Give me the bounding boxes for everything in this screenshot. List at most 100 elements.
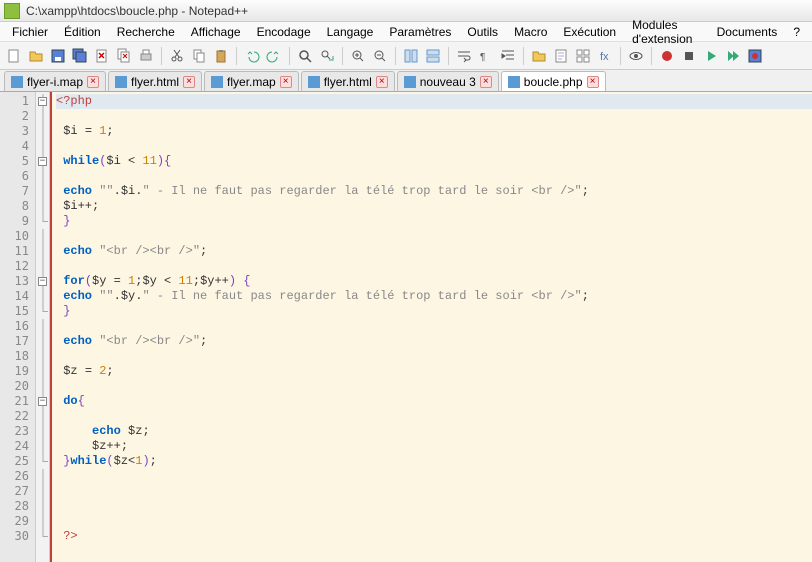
menu-documents[interactable]: Documents — [709, 23, 786, 41]
code-line[interactable]: ?> — [56, 529, 812, 544]
menu-excution[interactable]: Exécution — [555, 23, 624, 41]
menu-affichage[interactable]: Affichage — [183, 23, 249, 41]
func-list-icon[interactable]: fx — [595, 46, 615, 66]
menu-recherche[interactable]: Recherche — [109, 23, 183, 41]
close-icon[interactable]: × — [183, 76, 195, 88]
close-icon[interactable]: × — [587, 76, 599, 88]
code-line[interactable] — [56, 259, 812, 274]
save-all-icon[interactable] — [70, 46, 90, 66]
code-line[interactable]: } — [56, 214, 812, 229]
print-icon[interactable] — [136, 46, 156, 66]
menu-modulesdextension[interactable]: Modules d'extension — [624, 16, 709, 48]
menubar: FichierÉditionRechercheAffichageEncodage… — [0, 22, 812, 42]
menu-[interactable]: ? — [785, 23, 808, 41]
fold-marker — [36, 184, 49, 199]
record-icon[interactable] — [657, 46, 677, 66]
tab-flyer-html[interactable]: flyer.html× — [108, 71, 202, 91]
tab-boucle-php[interactable]: boucle.php× — [501, 71, 606, 91]
fold-marker[interactable]: − — [36, 274, 49, 289]
code-line[interactable] — [56, 484, 812, 499]
close-icon[interactable]: × — [376, 76, 388, 88]
close-icon[interactable]: × — [480, 76, 492, 88]
code-line[interactable]: }while($z<1); — [56, 454, 812, 469]
play-icon[interactable] — [701, 46, 721, 66]
cut-icon[interactable] — [167, 46, 187, 66]
code-line[interactable]: $z++; — [56, 439, 812, 454]
close-icon[interactable]: × — [87, 76, 99, 88]
show-chars-icon[interactable]: ¶ — [476, 46, 496, 66]
close-icon[interactable] — [92, 46, 112, 66]
tab-flyer-map[interactable]: flyer.map× — [204, 71, 299, 91]
fold-marker — [36, 304, 49, 319]
file-icon — [115, 76, 127, 88]
line-number: 5 — [0, 154, 29, 169]
fold-marker[interactable]: − — [36, 154, 49, 169]
folder-icon[interactable] — [529, 46, 549, 66]
sync-v-icon[interactable] — [401, 46, 421, 66]
menu-macro[interactable]: Macro — [506, 23, 555, 41]
open-file-icon[interactable] — [26, 46, 46, 66]
wrap-icon[interactable] — [454, 46, 474, 66]
code-line[interactable] — [56, 349, 812, 364]
code-line[interactable]: $z = 2; — [56, 364, 812, 379]
tab-flyer-html[interactable]: flyer.html× — [301, 71, 395, 91]
tab-flyer-i-map[interactable]: flyer-i.map× — [4, 71, 106, 91]
code-line[interactable]: echo "".$y." - Il ne faut pas regarder l… — [56, 289, 812, 304]
code-line[interactable] — [56, 169, 812, 184]
code-line[interactable]: echo "<br /><br />"; — [56, 244, 812, 259]
replace-icon[interactable] — [317, 46, 337, 66]
line-number: 8 — [0, 199, 29, 214]
save-macro-icon[interactable] — [745, 46, 765, 66]
code-line[interactable]: echo $z; — [56, 424, 812, 439]
save-icon[interactable] — [48, 46, 68, 66]
code-line[interactable]: do{ — [56, 394, 812, 409]
menu-paramtres[interactable]: Paramètres — [381, 23, 459, 41]
fold-marker[interactable]: − — [36, 94, 49, 109]
code-line[interactable]: $i++; — [56, 199, 812, 214]
code-line[interactable]: $i = 1; — [56, 124, 812, 139]
eye-icon[interactable] — [626, 46, 646, 66]
zoom-out-icon[interactable] — [370, 46, 390, 66]
zoom-in-icon[interactable] — [348, 46, 368, 66]
code-line[interactable]: echo "<br /><br />"; — [56, 334, 812, 349]
close-all-icon[interactable] — [114, 46, 134, 66]
tab-nouveau-3[interactable]: nouveau 3× — [397, 71, 499, 91]
code-line[interactable]: <?php — [56, 94, 812, 109]
paste-icon[interactable] — [211, 46, 231, 66]
menu-fichier[interactable]: Fichier — [4, 23, 56, 41]
menu-dition[interactable]: Édition — [56, 23, 109, 41]
file-icon — [508, 76, 520, 88]
copy-icon[interactable] — [189, 46, 209, 66]
code-line[interactable] — [56, 229, 812, 244]
code-line[interactable]: while($i < 11){ — [56, 154, 812, 169]
sync-h-icon[interactable] — [423, 46, 443, 66]
stop-icon[interactable] — [679, 46, 699, 66]
code-line[interactable] — [56, 319, 812, 334]
code-line[interactable] — [56, 109, 812, 124]
doc-map-icon[interactable] — [551, 46, 571, 66]
code-line[interactable] — [56, 139, 812, 154]
indent-icon[interactable] — [498, 46, 518, 66]
code-area[interactable]: <?php $i = 1; while($i < 11){ echo "".$i… — [50, 92, 812, 562]
menu-encodage[interactable]: Encodage — [249, 23, 319, 41]
redo-icon[interactable] — [264, 46, 284, 66]
code-line[interactable] — [56, 499, 812, 514]
code-line[interactable] — [56, 469, 812, 484]
find-icon[interactable] — [295, 46, 315, 66]
fold-marker — [36, 334, 49, 349]
code-line[interactable] — [56, 409, 812, 424]
code-line[interactable]: for($y = 1;$y < 11;$y++) { — [56, 274, 812, 289]
doc-list-icon[interactable] — [573, 46, 593, 66]
menu-outils[interactable]: Outils — [459, 23, 506, 41]
code-line[interactable]: } — [56, 304, 812, 319]
play-multi-icon[interactable] — [723, 46, 743, 66]
code-line[interactable]: echo "".$i." - Il ne faut pas regarder l… — [56, 184, 812, 199]
menu-langage[interactable]: Langage — [319, 23, 382, 41]
code-line[interactable] — [56, 379, 812, 394]
new-file-icon[interactable] — [4, 46, 24, 66]
line-number: 3 — [0, 124, 29, 139]
fold-marker[interactable]: − — [36, 394, 49, 409]
close-icon[interactable]: × — [280, 76, 292, 88]
undo-icon[interactable] — [242, 46, 262, 66]
code-line[interactable] — [56, 514, 812, 529]
